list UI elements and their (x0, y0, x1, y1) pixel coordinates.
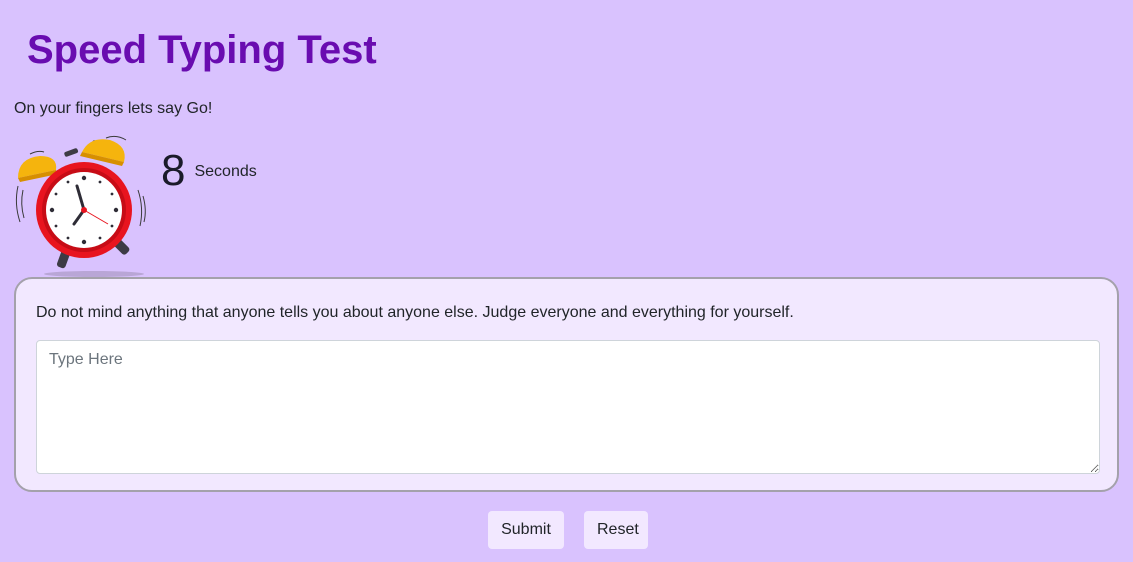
page-subtitle: On your fingers lets say Go! (14, 100, 213, 117)
page-title: Speed Typing Test (27, 28, 377, 72)
quote-text: Do not mind anything that anyone tells y… (36, 304, 794, 321)
timer-unit-label: Seconds (194, 163, 257, 180)
timer: 8 Seconds (161, 146, 257, 196)
typing-input[interactable] (36, 340, 1100, 474)
alarm-clock-icon (10, 134, 152, 278)
submit-button[interactable]: Submit (488, 511, 564, 549)
timer-seconds-value: 8 (161, 146, 186, 195)
typing-card: Do not mind anything that anyone tells y… (14, 277, 1119, 492)
page: Speed Typing Test On your fingers lets s… (0, 0, 1133, 562)
reset-button[interactable]: Reset (584, 511, 648, 549)
